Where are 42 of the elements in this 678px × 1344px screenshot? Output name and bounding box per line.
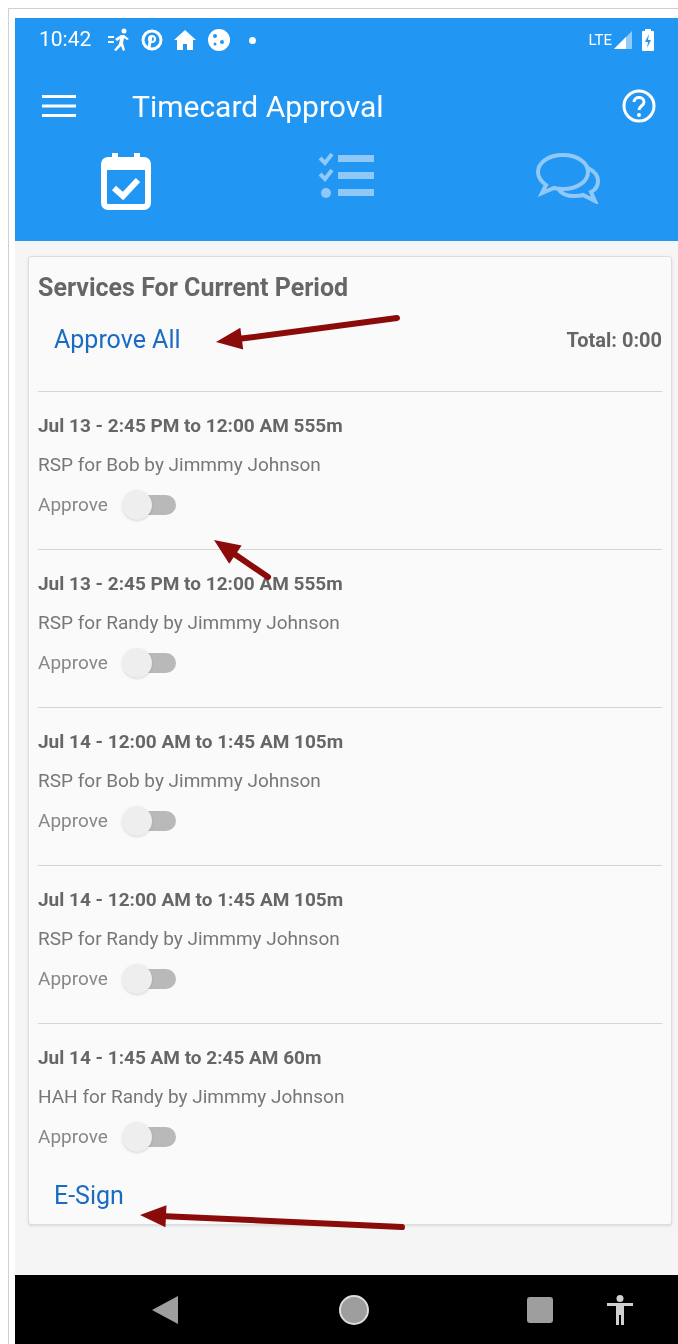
- approve-all-link[interactable]: Approve All: [54, 320, 181, 359]
- approve-label: Approve: [38, 491, 108, 518]
- service-time: Jul 14 - 12:00 AM to 1:45 AM 105m: [38, 728, 345, 755]
- total-label: Total: 0:00: [566, 326, 662, 354]
- accessibility-icon[interactable]: [607, 1294, 633, 1325]
- notification-dot-icon: [249, 36, 257, 44]
- approve-label: Approve: [38, 1123, 108, 1150]
- e-sign-link[interactable]: E-Sign: [54, 1176, 662, 1214]
- network-label: LTE: [588, 29, 612, 51]
- approve-switch[interactable]: [121, 805, 176, 836]
- approve-switch[interactable]: [121, 647, 176, 678]
- app-title: Timecard Approval: [132, 87, 384, 126]
- service-description: HAH for Randy by Jimmmy Johnson: [38, 1083, 346, 1110]
- service-time: Jul 13 - 2:45 PM to 12:00 AM 555m: [38, 570, 344, 597]
- back-icon[interactable]: [152, 1295, 178, 1324]
- status-time: 10:42: [39, 26, 92, 54]
- approve-label: Approve: [38, 965, 108, 992]
- calendar-check-icon: [100, 152, 151, 210]
- service-description: RSP for Randy by Jimmmy Johnson: [38, 925, 341, 952]
- chat-icon: [534, 152, 601, 204]
- home-icon: [173, 29, 198, 51]
- help-icon[interactable]: [621, 88, 657, 124]
- signal-icon: [614, 31, 632, 49]
- approve-switch[interactable]: [121, 1121, 176, 1152]
- service-description: RSP for Bob by Jimmmy Johnson: [38, 767, 322, 794]
- service-time: Jul 14 - 12:00 AM to 1:45 AM 105m: [38, 886, 345, 913]
- battery-icon: [642, 29, 654, 51]
- menu-icon[interactable]: [42, 94, 76, 118]
- pinterest-icon: [141, 29, 164, 51]
- checklist-icon: [317, 152, 376, 200]
- service-time: Jul 14 - 1:45 AM to 2:45 AM 60m: [38, 1044, 323, 1071]
- approve-switch[interactable]: [121, 489, 176, 520]
- service-time: Jul 13 - 2:45 PM to 12:00 AM 555m: [38, 412, 344, 439]
- approve-label: Approve: [38, 649, 108, 676]
- recents-icon[interactable]: [527, 1296, 553, 1323]
- home-button-icon[interactable]: [338, 1293, 370, 1326]
- card-title: Services For Current Period: [38, 272, 350, 304]
- approve-switch[interactable]: [121, 963, 176, 994]
- cookie-icon: [207, 28, 232, 52]
- service-description: RSP for Bob by Jimmmy Johnson: [38, 451, 322, 478]
- approve-label: Approve: [38, 807, 108, 834]
- service-description: RSP for Randy by Jimmmy Johnson: [38, 609, 341, 636]
